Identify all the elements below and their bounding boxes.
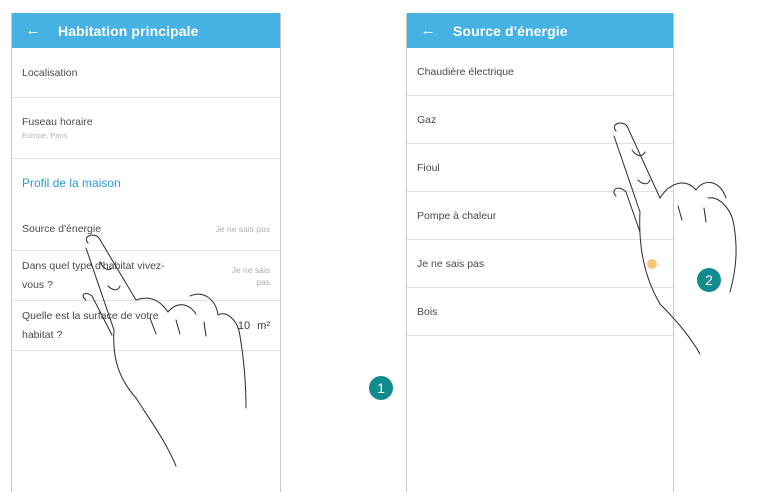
localisation-label: Localisation: [22, 66, 78, 79]
option-label: Pompe à chaleur: [417, 209, 497, 222]
option-label: Chaudière électrique: [417, 65, 514, 78]
energy-source-value: Je ne sais pas: [215, 223, 270, 234]
back-arrow-icon[interactable]: ←: [18, 22, 48, 39]
area-label: Quelle est la surface de votre habitat ?: [22, 309, 159, 341]
step-badge-1: 1: [369, 376, 393, 400]
energy-source-label: Source d'énergie: [22, 222, 102, 235]
back-arrow-icon[interactable]: ←: [413, 22, 443, 39]
option-gas[interactable]: Gaz: [407, 96, 673, 144]
option-label: Je ne sais pas: [417, 257, 485, 270]
area-unit: m²: [257, 319, 270, 332]
list-item-timezone[interactable]: Fuseau horaire Europe, Paris: [12, 98, 280, 159]
option-label: Fioul: [417, 161, 440, 174]
page-title: Habitation principale: [58, 22, 199, 39]
option-label: Gaz: [417, 113, 437, 126]
list-item-habitat-type[interactable]: Dans quel type d'habitat vivez-vous ? Je…: [12, 251, 280, 301]
option-fuel-oil[interactable]: Fioul: [407, 144, 673, 192]
option-heat-pump[interactable]: Pompe à chaleur: [407, 192, 673, 240]
option-wood[interactable]: Bois: [407, 288, 673, 336]
area-value-group: 10 m²: [238, 320, 270, 332]
option-label: Bois: [417, 305, 438, 318]
section-house-profile: Profil de la maison: [12, 159, 280, 207]
timezone-value: Europe, Paris: [22, 131, 68, 140]
list-item-energy-source[interactable]: Source d'énergie Je ne sais pas: [12, 207, 280, 251]
section-title: Profil de la maison: [22, 176, 121, 190]
option-electric-boiler[interactable]: Chaudière électrique: [407, 48, 673, 96]
list-item-localisation[interactable]: Localisation: [12, 48, 280, 98]
habitat-type-label: Dans quel type d'habitat vivez-vous ?: [22, 259, 165, 291]
option-dont-know[interactable]: Je ne sais pas: [407, 240, 673, 288]
page-title: Source d'énergie: [453, 22, 568, 39]
screen-home-settings: ← Habitation principale Localisation Fus…: [11, 13, 281, 492]
app-bar: ← Habitation principale: [12, 13, 280, 48]
habitat-type-value: Je ne sais pas: [231, 264, 270, 287]
timezone-label: Fuseau horaire: [22, 116, 93, 128]
area-value: 10: [237, 319, 251, 332]
list-item-area[interactable]: Quelle est la surface de votre habitat ?…: [12, 301, 280, 351]
selected-dot-icon: [647, 258, 657, 269]
app-bar: ← Source d'énergie: [407, 13, 673, 48]
screen-energy-source: ← Source d'énergie Chaudière électrique …: [406, 13, 674, 492]
step-badge-2: 2: [697, 268, 721, 292]
